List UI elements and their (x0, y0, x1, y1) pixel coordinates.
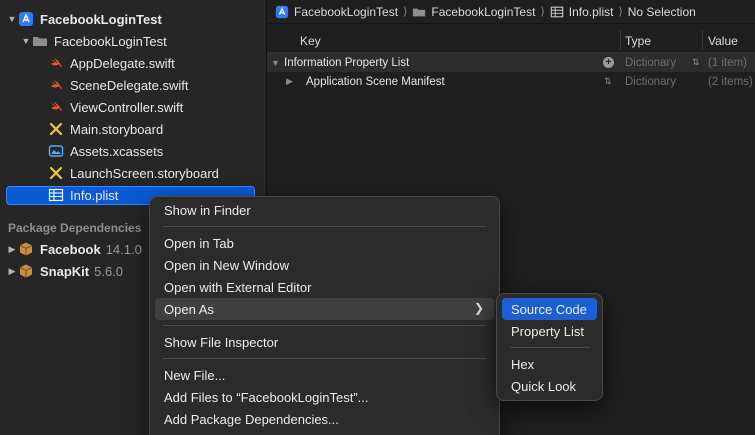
swift-file-icon (48, 99, 64, 115)
plist-type[interactable]: Dictionary (625, 72, 676, 91)
folder-icon (32, 33, 48, 49)
package-dependencies-header: Package Dependencies (8, 221, 142, 235)
submenu-item-hex[interactable]: Hex (502, 353, 597, 375)
chevron-right-icon: ⟩ (540, 6, 545, 18)
disclosure-right-icon[interactable]: ▶ (286, 76, 293, 87)
jump-bar-crumb[interactable]: FacebookLoginTest (431, 5, 535, 19)
nav-item-project[interactable]: ▼ FacebookLoginTest (6, 8, 162, 30)
nav-item-main-storyboard[interactable]: Main.storyboard (48, 118, 163, 140)
folder-icon (412, 5, 426, 19)
column-divider[interactable] (620, 30, 621, 50)
storyboard-icon (48, 121, 64, 137)
menu-item-new-file[interactable]: New File... (155, 364, 494, 386)
package-name: Facebook (40, 241, 101, 257)
menu-separator (163, 358, 486, 359)
open-as-submenu: Source Code Property List Hex Quick Look (496, 293, 603, 401)
nav-item-label: SceneDelegate.swift (70, 77, 189, 93)
disclosure-right-icon[interactable]: ▶ (6, 266, 18, 277)
package-icon (18, 241, 34, 257)
disclosure-down-icon[interactable]: ▼ (271, 58, 280, 68)
plist-row[interactable]: ▶ Application Scene Manifest ⇅ Dictionar… (267, 72, 755, 91)
menu-item-open-in-new-window[interactable]: Open in New Window (155, 254, 494, 276)
column-divider[interactable] (702, 30, 703, 50)
nav-item-launchscreen[interactable]: LaunchScreen.storyboard (48, 162, 219, 184)
updown-stepper-icon[interactable]: ⇅ (604, 76, 612, 87)
submenu-item-quick-look[interactable]: Quick Look (502, 375, 597, 397)
package-item-snapkit[interactable]: ▶ SnapKit 5.6.0 (6, 260, 124, 282)
xcode-project-icon (18, 11, 34, 27)
package-item-facebook[interactable]: ▶ Facebook 14.1.0 (6, 238, 142, 260)
chevron-right-icon: ❯ (473, 301, 484, 315)
nav-item-label: FacebookLoginTest (40, 11, 162, 27)
nav-item-label: Main.storyboard (70, 121, 164, 137)
submenu-item-property-list[interactable]: Property List (502, 320, 597, 342)
updown-stepper-icon[interactable]: ⇅ (692, 57, 700, 68)
plist-value: (1 item) (708, 56, 747, 69)
plist-key: Application Scene Manifest (306, 75, 445, 88)
chevron-right-icon: ⟩ (618, 6, 623, 18)
jump-bar-crumb[interactable]: Info.plist (569, 5, 614, 19)
package-icon (18, 263, 34, 279)
nav-item-label: Info.plist (70, 187, 119, 203)
package-name: SnapKit (40, 263, 90, 279)
nav-item-label: AppDelegate.swift (70, 55, 175, 71)
jump-bar: FacebookLoginTest ⟩ FacebookLoginTest ⟩ … (267, 0, 755, 24)
column-header-key[interactable]: Key (300, 31, 321, 51)
jump-bar-crumb[interactable]: No Selection (628, 5, 696, 19)
asset-catalog-icon (48, 143, 64, 159)
jump-bar-crumb[interactable]: FacebookLoginTest (294, 5, 398, 19)
plist-row[interactable]: ▼ Information Property List + Dictionary… (267, 53, 755, 72)
menu-item-add-files[interactable]: Add Files to “FacebookLoginTest”... (155, 386, 494, 408)
menu-separator (163, 325, 486, 326)
xcode-project-icon (275, 5, 289, 19)
nav-item-label: FacebookLoginTest (54, 33, 167, 49)
nav-item-assets[interactable]: Assets.xcassets (48, 140, 163, 162)
nav-item-info-plist[interactable]: Info.plist (48, 184, 118, 206)
plist-value: (2 items) (708, 75, 753, 88)
menu-item-label: Open As (164, 301, 214, 317)
swift-file-icon (48, 77, 64, 93)
nav-item-appdelegate[interactable]: AppDelegate.swift (48, 52, 175, 74)
menu-item-show-file-inspector[interactable]: Show File Inspector (155, 331, 494, 353)
plist-table-icon (48, 187, 64, 203)
plist-key: Information Property List (284, 56, 410, 69)
menu-item-open-with-external-editor[interactable]: Open with External Editor (155, 276, 494, 298)
column-header-type[interactable]: Type (625, 31, 651, 51)
column-header-value[interactable]: Value (708, 31, 738, 51)
context-menu: Show in Finder Open in Tab Open in New W… (149, 196, 500, 435)
disclosure-right-icon[interactable]: ▶ (6, 244, 18, 255)
disclosure-down-icon[interactable]: ▼ (20, 36, 32, 46)
add-row-icon[interactable]: + (603, 57, 614, 68)
nav-item-label: LaunchScreen.storyboard (70, 165, 219, 181)
package-version: 14.1.0 (105, 241, 142, 257)
nav-item-group[interactable]: ▼ FacebookLoginTest (20, 30, 167, 52)
chevron-right-icon: ⟩ (403, 6, 408, 18)
menu-item-open-in-tab[interactable]: Open in Tab (155, 232, 494, 254)
nav-item-label: ViewController.swift (70, 99, 184, 115)
submenu-item-source-code[interactable]: Source Code (502, 298, 597, 320)
plist-type[interactable]: Dictionary (625, 53, 676, 72)
menu-item-add-package-dependencies[interactable]: Add Package Dependencies... (155, 408, 494, 430)
menu-item-show-in-finder[interactable]: Show in Finder (155, 199, 494, 221)
nav-item-scenedelegate[interactable]: SceneDelegate.swift (48, 74, 189, 96)
menu-separator (163, 226, 486, 227)
storyboard-icon (48, 165, 64, 181)
menu-separator (510, 347, 590, 348)
plist-table-icon (550, 5, 564, 19)
nav-item-label: Assets.xcassets (70, 143, 164, 159)
swift-file-icon (48, 55, 64, 71)
disclosure-down-icon[interactable]: ▼ (6, 14, 18, 24)
package-version: 5.6.0 (94, 263, 124, 279)
nav-item-viewcontroller[interactable]: ViewController.swift (48, 96, 183, 118)
menu-item-open-as[interactable]: Open As ❯ (155, 298, 494, 320)
